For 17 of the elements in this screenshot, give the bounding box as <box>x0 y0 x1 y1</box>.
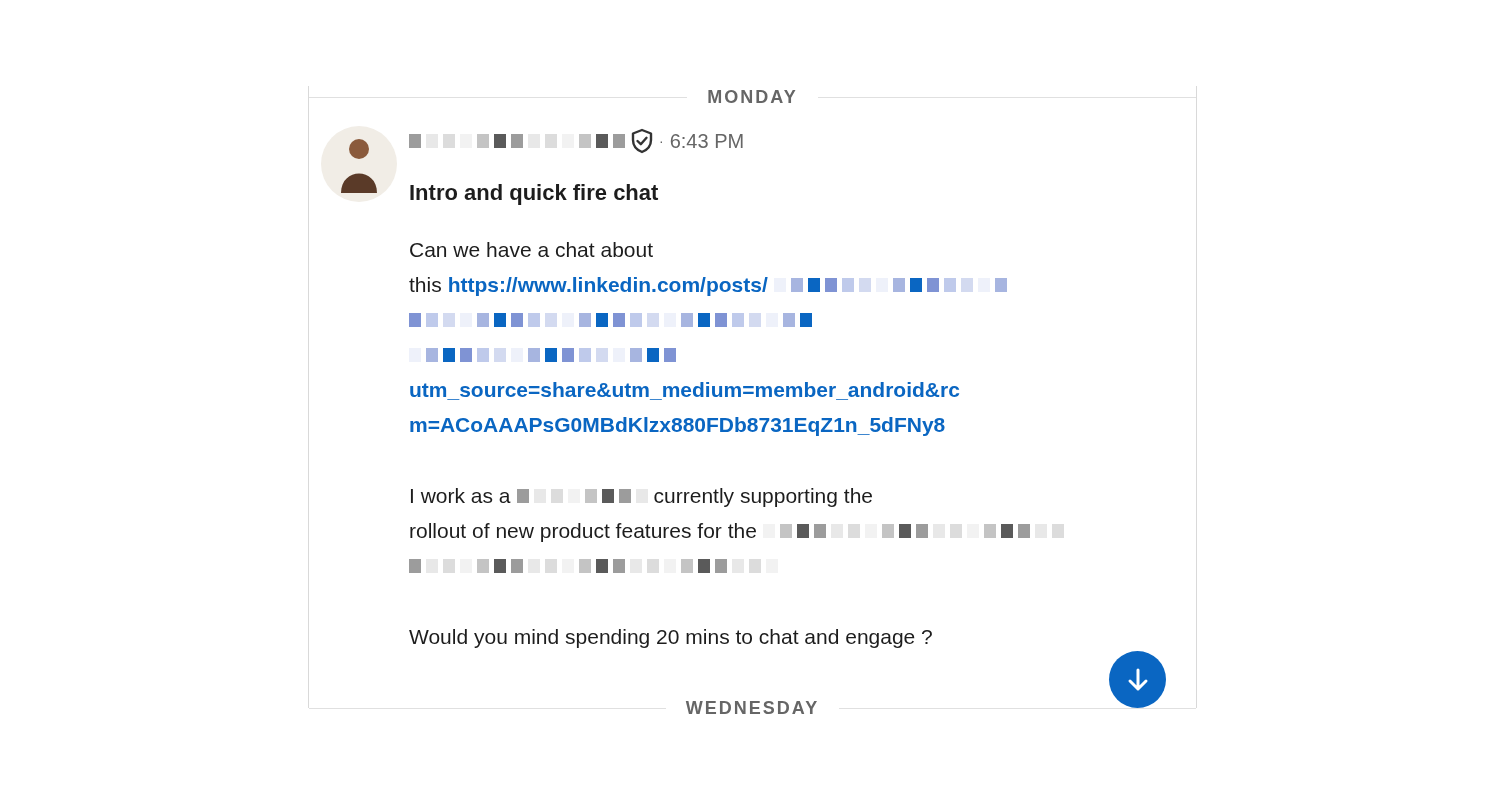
message-link[interactable]: m=ACoAAAPsG0MBdKlzx880FDb8731EqZ1n_5dFNy8 <box>409 408 946 441</box>
redacted-name[interactable] <box>409 131 625 151</box>
message-text: currently supporting the <box>653 482 873 509</box>
scroll-down-button[interactable] <box>1109 651 1166 708</box>
message-link[interactable]: https://www.linkedin.com/posts/ <box>447 268 768 301</box>
message-text: Can we have a chat about <box>409 236 653 263</box>
message-subject: Intro and quick fire chat <box>409 179 659 207</box>
time-separator: · <box>659 131 664 151</box>
arrow-down-icon <box>1126 667 1149 692</box>
message-link[interactable]: utm_source=share&utm_medium=member_android&rc <box>409 373 960 406</box>
message-text: Would you mind spending 20 mins to chat and engage ? <box>409 623 933 650</box>
day-divider-label: WEDNESDAY <box>684 696 821 720</box>
message-text: rollout of new product features for the <box>409 517 757 544</box>
message-text: this <box>409 271 442 298</box>
message-time: 6:43 PM <box>669 129 745 154</box>
message-text: I work as a <box>409 482 511 509</box>
day-divider-label: MONDAY <box>706 85 799 109</box>
